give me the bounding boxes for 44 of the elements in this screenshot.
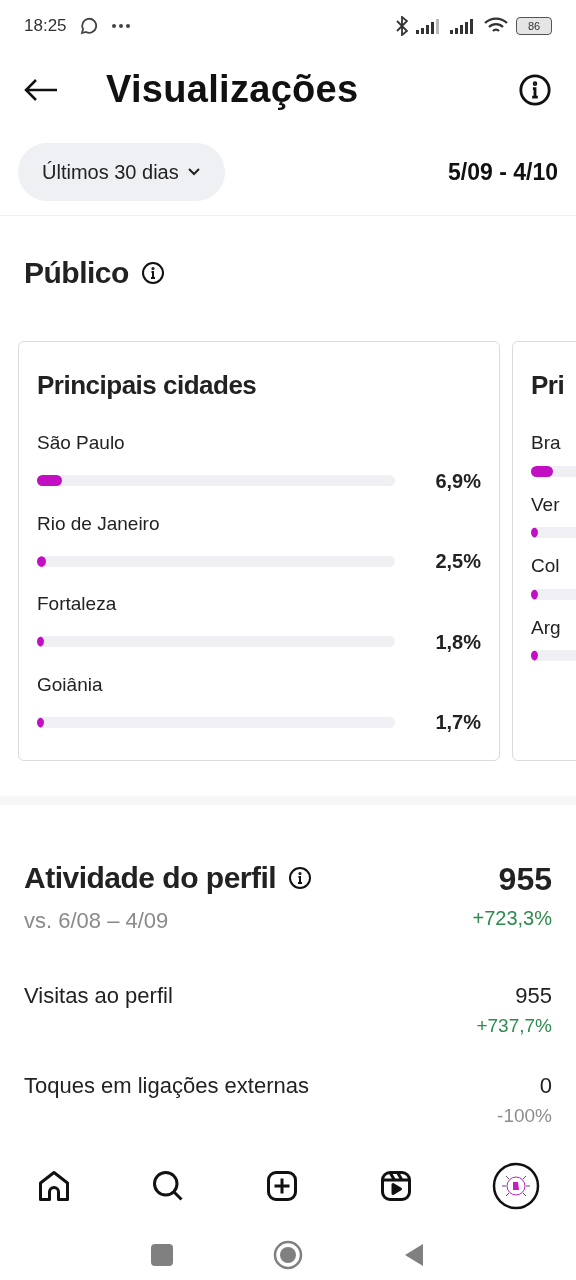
- metric-value: 0: [539, 1072, 552, 1100]
- more-icon: [110, 22, 131, 29]
- city-name: Col: [531, 554, 560, 579]
- info-icon[interactable]: [518, 72, 552, 107]
- change-value: +737,7%: [476, 1014, 552, 1039]
- city-name: Arg: [531, 615, 561, 640]
- info-icon[interactable]: [288, 866, 313, 890]
- metric-value: 955: [515, 982, 552, 1011]
- signal-icon: [450, 17, 476, 34]
- chat-icon: [78, 15, 99, 36]
- back-button[interactable]: [403, 1243, 425, 1268]
- chevron-down-icon: [186, 167, 201, 178]
- city-name: Bra: [531, 431, 561, 456]
- percent-value: 1,8%: [435, 629, 481, 655]
- metric-label: Toques em ligações externas: [24, 1072, 309, 1100]
- signal-icon: [416, 17, 442, 34]
- home-button[interactable]: [273, 1240, 303, 1271]
- city-name: São Paulo: [37, 431, 125, 456]
- city-name: Ver: [531, 492, 560, 517]
- recents-button[interactable]: [151, 1244, 173, 1267]
- card-title: Pri: [531, 369, 565, 403]
- avatar-icon[interactable]: [492, 1162, 540, 1211]
- card-title: Principais cidades: [37, 369, 257, 403]
- section-title: Atividade do perfil: [24, 860, 277, 897]
- back-arrow-icon[interactable]: [24, 77, 58, 102]
- status-time: 18:25: [24, 15, 67, 38]
- bluetooth-icon: [396, 15, 408, 36]
- city-name: Fortaleza: [37, 592, 117, 617]
- change-value: -100%: [497, 1104, 552, 1128]
- comparison-period: vs. 6/08 – 4/09: [24, 907, 170, 936]
- percent-value: 2,5%: [435, 549, 481, 575]
- metric-label: Visitas ao perfil: [24, 982, 173, 1011]
- battery-indicator: 86: [516, 16, 552, 35]
- info-icon[interactable]: [140, 260, 165, 285]
- percent-value: 1,7%: [435, 710, 481, 736]
- date-range: 5/09 - 4/10: [448, 158, 558, 188]
- total-value: 955: [498, 860, 552, 900]
- percent-value: 6,9%: [435, 468, 481, 494]
- change-value: +723,3%: [472, 906, 552, 932]
- section-title: Público: [24, 255, 129, 292]
- city-name: Rio de Janeiro: [37, 511, 160, 536]
- city-name: Goiânia: [37, 672, 103, 697]
- date-filter-dropdown[interactable]: Últimos 30 dias: [18, 143, 225, 202]
- page-title: Visualizações: [106, 67, 359, 113]
